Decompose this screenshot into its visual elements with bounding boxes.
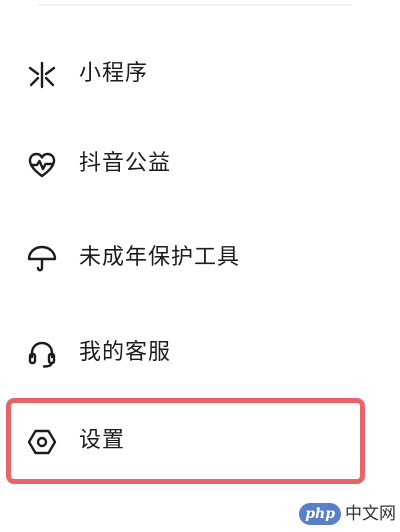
menu-item-charity[interactable]: 抖音公益	[0, 134, 400, 194]
top-divider	[38, 4, 352, 6]
menu-item-label: 设置	[79, 428, 126, 453]
menu-item-mini-program[interactable]: 小程序	[0, 44, 400, 104]
menu-item-label: 抖音公益	[79, 151, 172, 176]
settings-menu-page: 小程序 抖音公益 未成年保护工具 我的客服 设置 php 中文网	[0, 0, 400, 532]
menu-item-customer-service[interactable]: 我的客服	[0, 323, 400, 383]
umbrella-icon	[26, 243, 58, 275]
watermark-text: 中文网	[345, 504, 396, 524]
menu-item-label: 我的客服	[79, 340, 172, 365]
mini-program-icon	[26, 59, 58, 91]
menu-item-minor-protection[interactable]: 未成年保护工具	[0, 228, 400, 288]
menu-item-label: 未成年保护工具	[79, 245, 241, 270]
menu-item-label: 小程序	[79, 61, 149, 86]
watermark: php 中文网	[299, 501, 396, 527]
charity-heart-icon	[26, 149, 58, 181]
watermark-logo: php	[299, 503, 341, 525]
menu-item-settings[interactable]: 设置	[0, 411, 400, 471]
headset-icon	[26, 338, 58, 370]
gear-icon	[26, 426, 58, 458]
